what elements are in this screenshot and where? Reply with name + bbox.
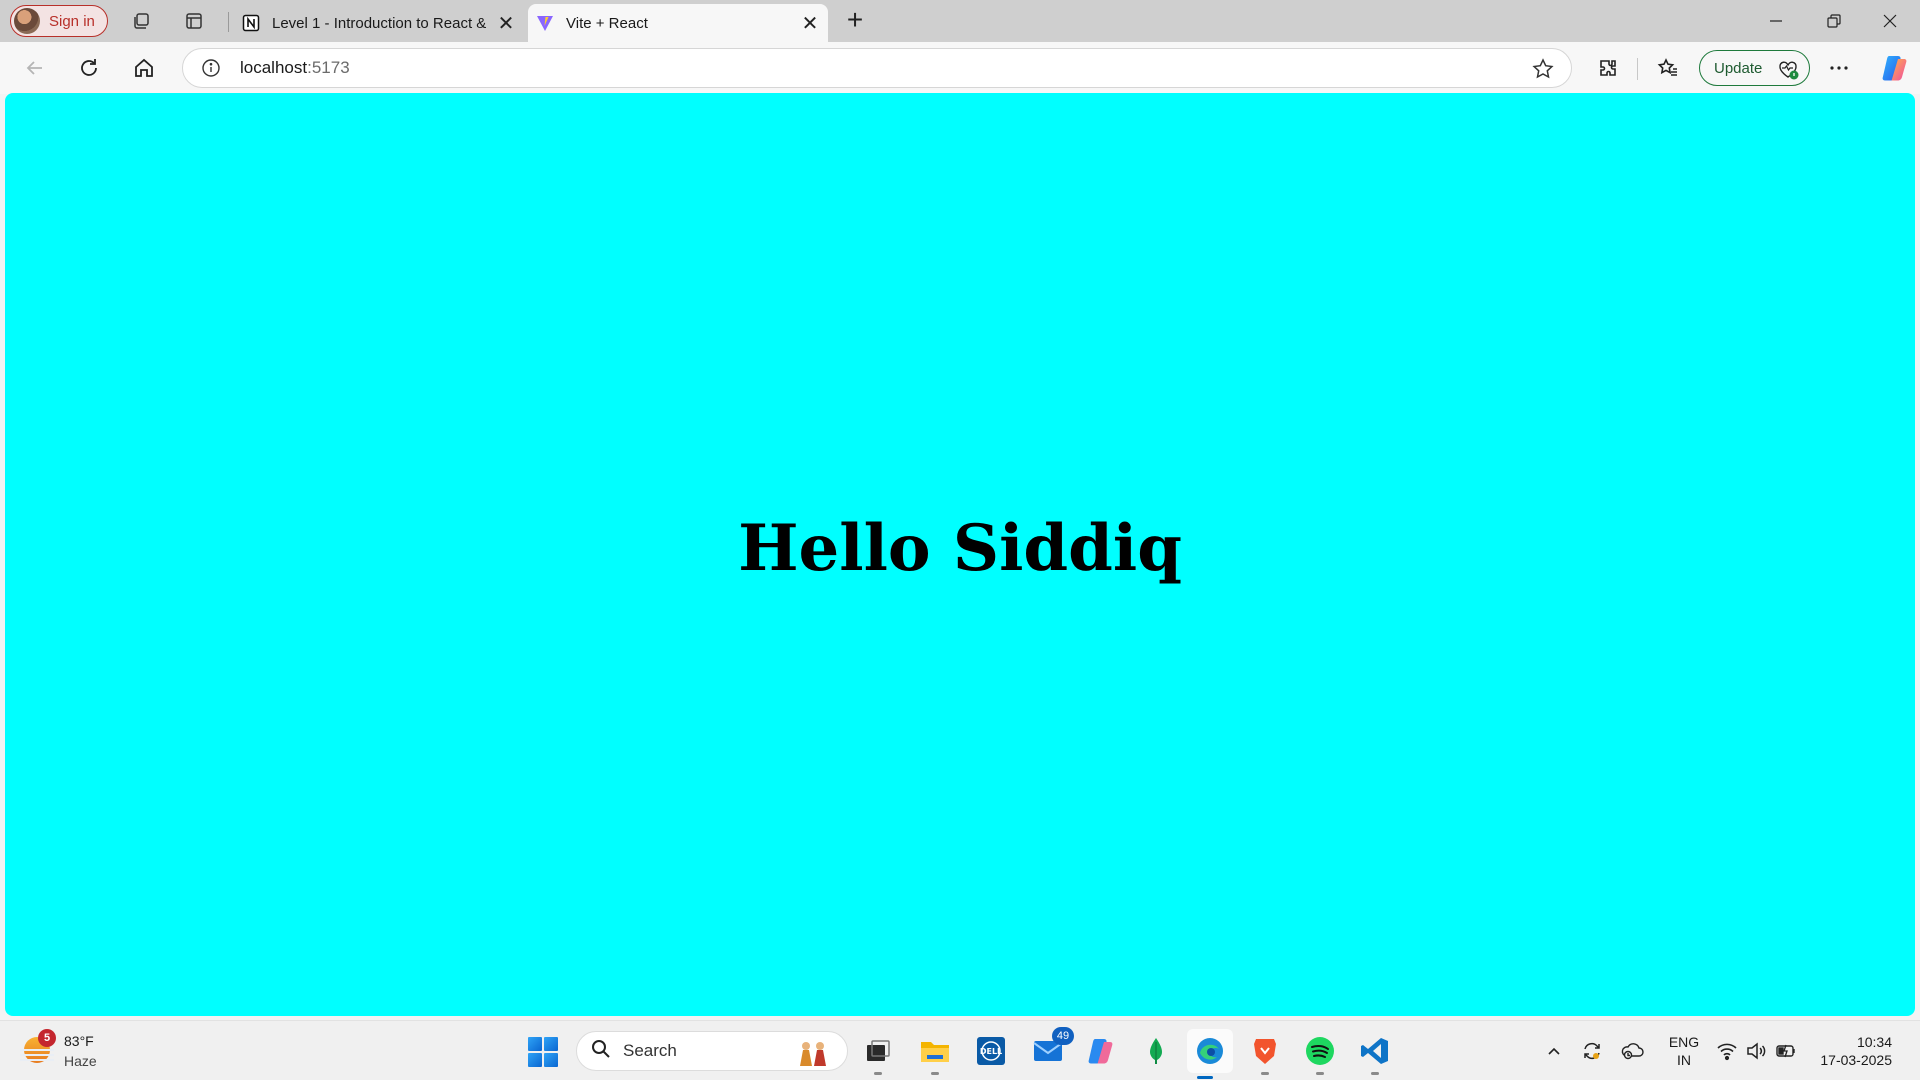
page-viewport: Hello Siddiq: [5, 93, 1915, 1016]
spotify-icon[interactable]: [1302, 1033, 1338, 1075]
tab-title: Level 1 - Introduction to React &: [272, 14, 487, 32]
running-indicator: [1261, 1072, 1269, 1075]
minimize-button[interactable]: [1748, 0, 1804, 42]
avatar: [14, 8, 40, 34]
mail-icon[interactable]: 49: [1030, 1027, 1074, 1069]
home-icon[interactable]: [130, 54, 158, 82]
file-explorer-icon[interactable]: [917, 1033, 953, 1075]
start-tile: [544, 1037, 558, 1051]
running-indicator: [1371, 1072, 1379, 1075]
running-indicator: [1316, 1072, 1324, 1075]
clock-date: 17-03-2025: [1820, 1052, 1892, 1068]
refresh-icon[interactable]: [75, 54, 103, 82]
mail-unread-badge: 49: [1052, 1027, 1074, 1045]
favorite-star-icon[interactable]: [1531, 57, 1555, 81]
volume-icon[interactable]: [1744, 1039, 1768, 1063]
tab-divider: [228, 12, 229, 32]
tab-strip: Sign in Level 1 - Introduction to React …: [0, 0, 1920, 42]
notion-icon: [242, 14, 260, 32]
tab-level1[interactable]: Level 1 - Introduction to React & ✕: [232, 4, 524, 42]
toolbar-divider: [1637, 58, 1638, 80]
start-tile: [544, 1053, 558, 1067]
profile-signin-button[interactable]: Sign in: [10, 5, 108, 37]
url-text: localhost:5173: [240, 58, 350, 78]
copilot-icon[interactable]: [1880, 53, 1910, 83]
active-indicator: [1197, 1076, 1213, 1079]
more-options-icon[interactable]: [1825, 54, 1853, 82]
haze-lines: [20, 1049, 54, 1063]
system-clock[interactable]: 10:34 17-03-2025: [1812, 1033, 1892, 1069]
weather-temperature: 83°F: [64, 1033, 94, 1049]
battery-icon[interactable]: [1774, 1039, 1798, 1063]
task-view-icon[interactable]: [860, 1033, 896, 1075]
search-icon: [591, 1039, 611, 1064]
tab-title: Vite + React: [566, 14, 648, 32]
start-tile: [528, 1053, 542, 1067]
weather-condition: Haze: [64, 1053, 97, 1069]
close-window-button[interactable]: [1862, 0, 1918, 42]
address-bar[interactable]: localhost:5173: [182, 48, 1572, 88]
close-icon[interactable]: ✕: [494, 11, 518, 35]
back-icon[interactable]: [21, 54, 49, 82]
sync-icon[interactable]: [1580, 1039, 1604, 1063]
new-tab-button[interactable]: +: [842, 6, 868, 34]
clock-time: 10:34: [1856, 1034, 1892, 1050]
update-label: Update: [1714, 59, 1763, 77]
language-code: ENG: [1668, 1034, 1700, 1050]
browser-toolbar: localhost:5173 Update: [0, 42, 1920, 94]
signin-label: Sign in: [49, 12, 95, 30]
favorites-icon[interactable]: [1654, 54, 1682, 82]
vite-icon: [536, 14, 554, 32]
start-button[interactable]: [528, 1037, 558, 1067]
taskbar-search[interactable]: Search: [576, 1031, 848, 1071]
url-host: localhost: [240, 58, 308, 77]
workspaces-icon[interactable]: [129, 9, 153, 33]
tab-vite-react[interactable]: Vite + React ✕: [528, 4, 828, 42]
vscode-icon[interactable]: [1357, 1033, 1393, 1075]
extensions-icon[interactable]: [1594, 54, 1622, 82]
copilot-app-icon[interactable]: [1083, 1033, 1119, 1069]
update-button[interactable]: Update: [1699, 50, 1810, 86]
start-tile: [528, 1037, 542, 1051]
running-indicator: [931, 1072, 939, 1075]
weather-alert-badge: 5: [38, 1029, 56, 1047]
edge-icon[interactable]: [1187, 1029, 1233, 1079]
search-highlight-icon: [795, 1038, 831, 1066]
windows-taskbar: 5 83°F Haze Search DELL 49 ENG IN 10:34 …: [0, 1020, 1920, 1080]
page-heading: Hello Siddiq: [738, 511, 1182, 586]
vertical-tabs-icon[interactable]: [182, 9, 206, 33]
language-indicator[interactable]: ENG IN: [1666, 1033, 1702, 1069]
wifi-icon[interactable]: [1715, 1039, 1739, 1063]
browser-health-icon: [1777, 58, 1799, 80]
close-icon[interactable]: ✕: [798, 11, 822, 35]
restore-button[interactable]: [1806, 0, 1862, 42]
site-info-icon[interactable]: [200, 57, 222, 79]
svg-text:DELL: DELL: [980, 1047, 1002, 1056]
chevron-up-icon[interactable]: [1542, 1039, 1566, 1063]
mongodb-compass-icon[interactable]: [1138, 1033, 1174, 1069]
weather-widget[interactable]: 5 83°F Haze: [20, 1029, 140, 1073]
brave-icon[interactable]: [1247, 1033, 1283, 1075]
search-label: Search: [623, 1041, 677, 1060]
dell-icon[interactable]: DELL: [973, 1033, 1009, 1069]
language-region: IN: [1677, 1052, 1691, 1068]
onedrive-icon[interactable]: [1620, 1039, 1644, 1063]
running-indicator: [874, 1072, 882, 1075]
url-port: :5173: [307, 58, 350, 77]
